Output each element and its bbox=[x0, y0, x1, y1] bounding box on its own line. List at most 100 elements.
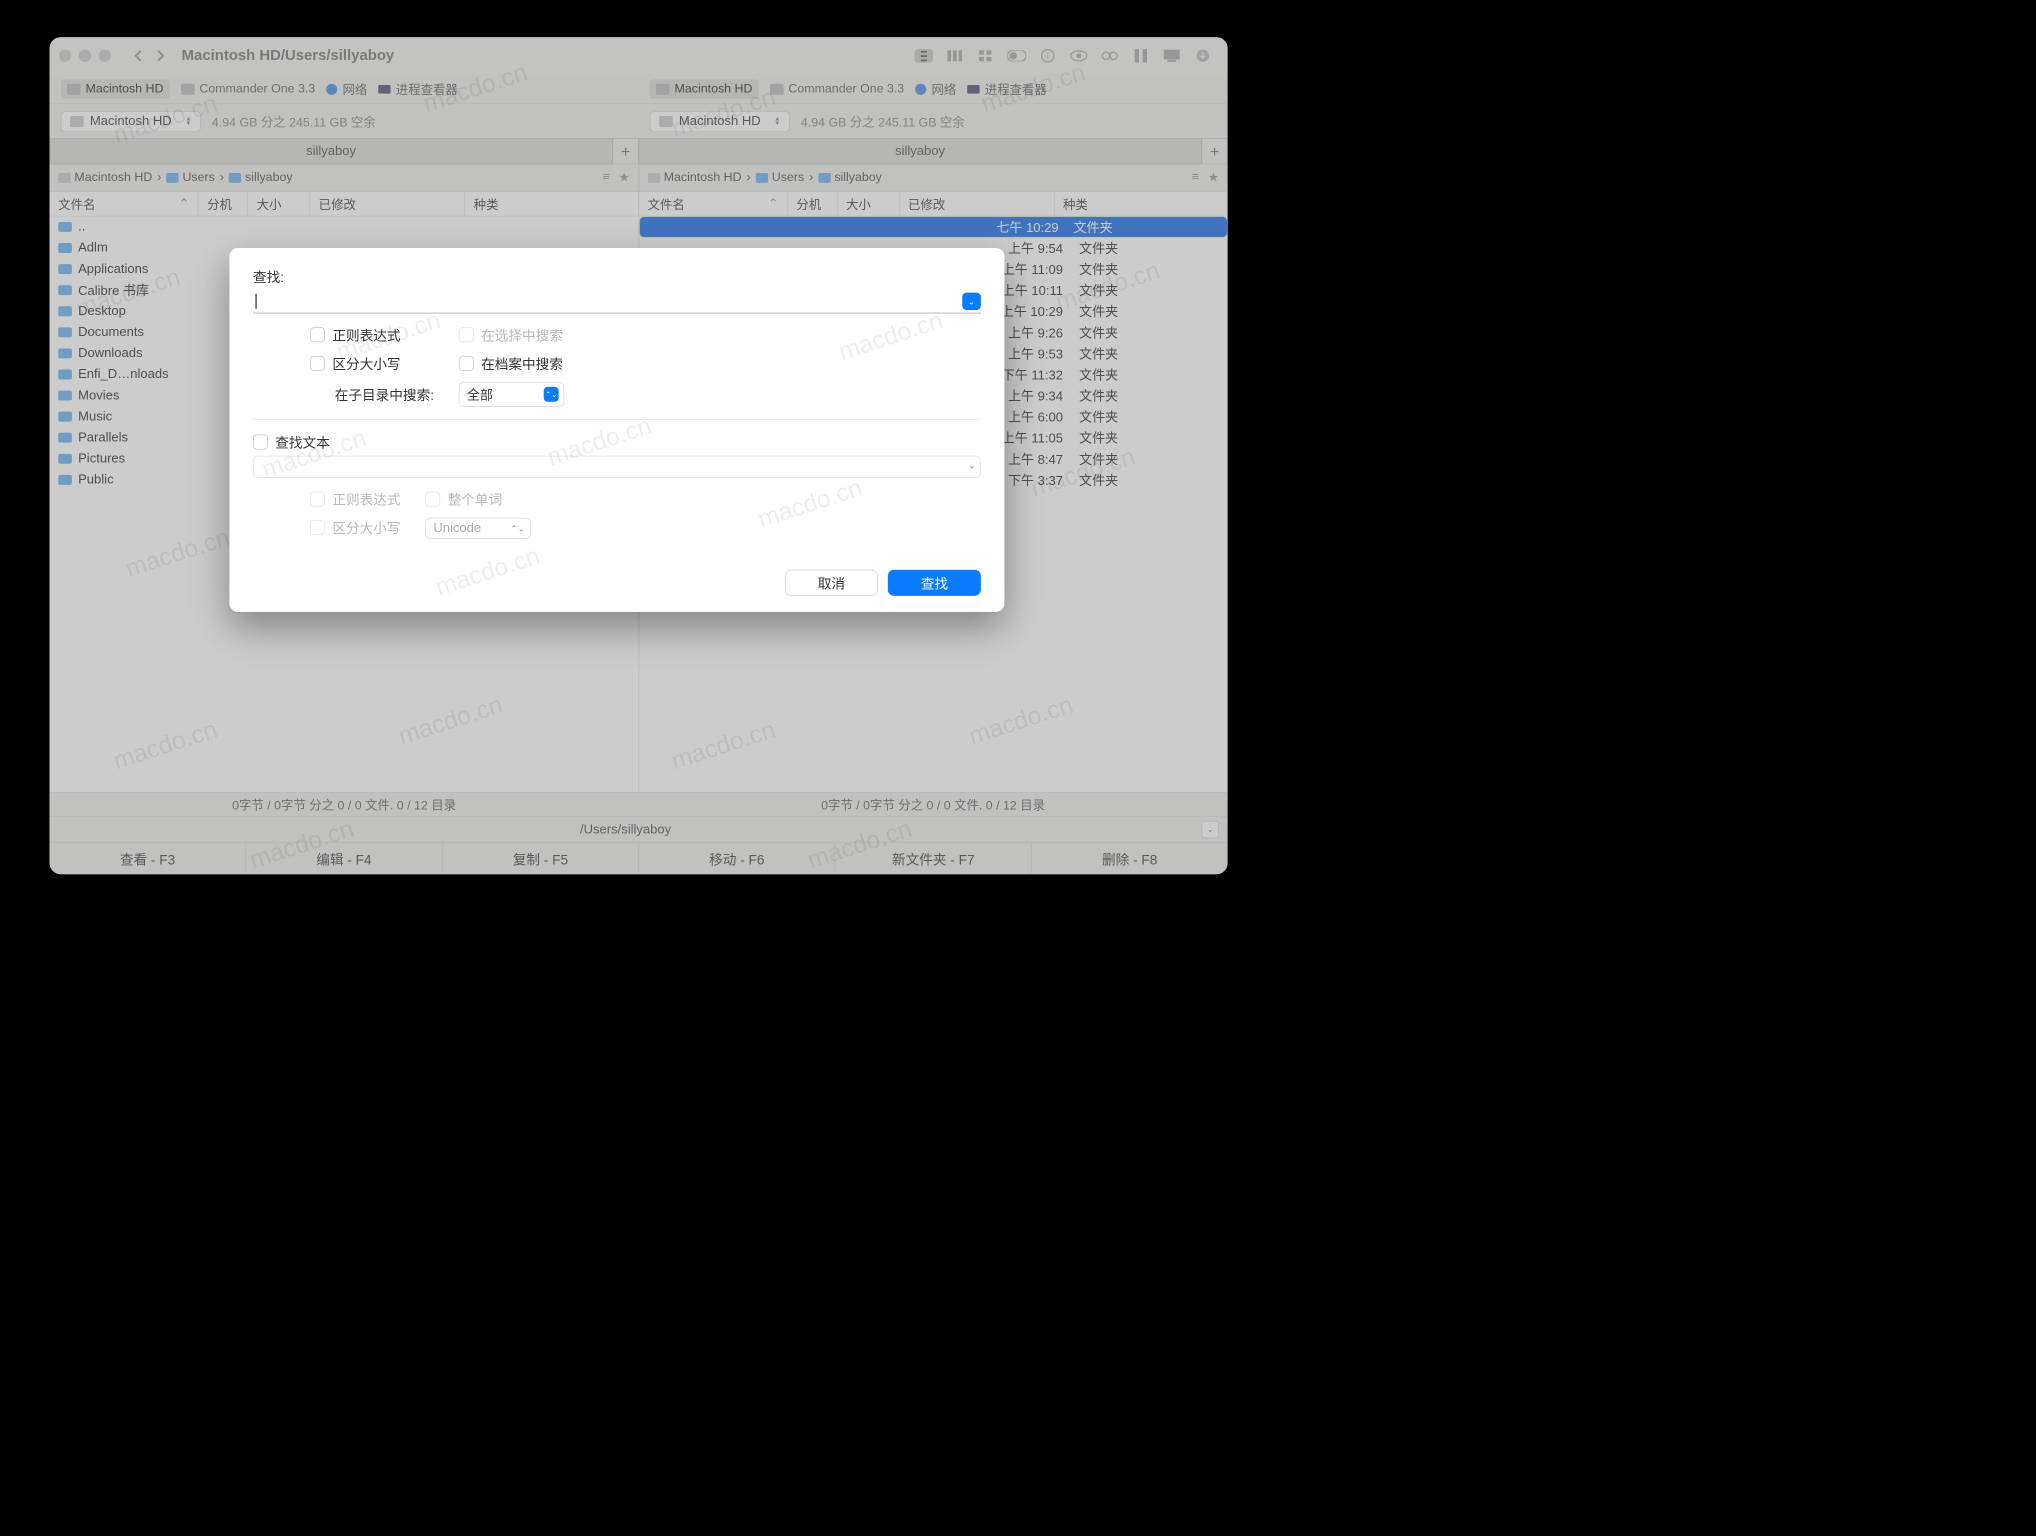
preview-icon[interactable] bbox=[1070, 49, 1089, 63]
in-archive-checkbox[interactable]: 在档案中搜索 bbox=[459, 353, 564, 373]
col-kind[interactable]: 种类 bbox=[465, 192, 638, 216]
path-footer: /Users/sillyaboy ⌄ bbox=[50, 816, 1228, 842]
close-window-button[interactable] bbox=[59, 50, 71, 62]
crumb-root-r[interactable]: Macintosh HD bbox=[648, 171, 742, 185]
folder-icon bbox=[58, 370, 72, 380]
crumb-users[interactable]: Users bbox=[166, 171, 215, 185]
source-process-viewer[interactable]: 进程查看器 bbox=[378, 80, 457, 98]
tab-strip: sillyaboy + sillyaboy + bbox=[50, 138, 1228, 164]
view-grid-icon[interactable] bbox=[977, 49, 996, 63]
source-tabs-left: Macintosh HD Commander One 3.3 网络 进程查看器 bbox=[50, 74, 639, 103]
col-name-r[interactable]: 文件名⌃ bbox=[639, 192, 788, 216]
info-icon[interactable]: i bbox=[1039, 49, 1058, 63]
titlebar: Macintosh HD/Users/sillyaboy i bbox=[50, 37, 1228, 74]
col-size-r[interactable]: 大小 bbox=[837, 192, 899, 216]
tab-left[interactable]: sillyaboy bbox=[50, 138, 613, 164]
folder-icon bbox=[58, 264, 72, 274]
view-columns-icon[interactable] bbox=[946, 49, 965, 63]
file-row[interactable]: 七午 10:29文件夹 bbox=[639, 216, 1228, 237]
drive-selector-right[interactable]: Macintosh HD▲▼ bbox=[650, 111, 790, 132]
list-icon[interactable]: ≡ bbox=[603, 170, 610, 186]
column-headers: 文件名⌃ 分机 大小 已修改 种类 文件名⌃ 分机 大小 已修改 种类 bbox=[50, 192, 1228, 217]
find-text-history-button[interactable]: ⌄ bbox=[968, 459, 976, 471]
col-mod-r[interactable]: 已修改 bbox=[899, 192, 1054, 216]
crumb-current-r[interactable]: sillyaboy bbox=[818, 171, 882, 185]
find-button[interactable]: 查找 bbox=[888, 570, 981, 596]
breadcrumb-tools-left: ≡ ★ bbox=[603, 170, 630, 186]
source-macintosh-hd-r[interactable]: Macintosh HD bbox=[650, 79, 759, 98]
col-name[interactable]: 文件名⌃ bbox=[50, 192, 199, 216]
nav-back-button[interactable] bbox=[131, 48, 146, 63]
list-icon-r[interactable]: ≡ bbox=[1192, 170, 1199, 186]
subdir-label: 在子目录中搜索: bbox=[310, 384, 434, 404]
col-kind-r[interactable]: 种类 bbox=[1054, 192, 1227, 216]
source-macintosh-hd[interactable]: Macintosh HD bbox=[61, 79, 170, 98]
terminal-icon[interactable] bbox=[1163, 49, 1182, 63]
drive-selector-left[interactable]: Macintosh HD▲▼ bbox=[61, 111, 201, 132]
status-right: 0字节 / 0字节 分之 0 / 0 文件. 0 / 12 目录 bbox=[639, 793, 1228, 816]
find-input[interactable] bbox=[253, 291, 981, 313]
fkey-view[interactable]: 查看 - F3 bbox=[50, 843, 246, 875]
find-history-button[interactable]: ⌄ bbox=[962, 293, 981, 310]
star-icon-r[interactable]: ★ bbox=[1208, 170, 1219, 186]
source-commander-one[interactable]: Commander One 3.3 bbox=[181, 82, 315, 96]
folder-icon bbox=[58, 433, 72, 443]
col-ext[interactable]: 分机 bbox=[198, 192, 248, 216]
encoding-select[interactable]: Unicode⌃⌄ bbox=[425, 518, 530, 539]
minimize-window-button[interactable] bbox=[79, 50, 91, 62]
crumb-users-r[interactable]: Users bbox=[756, 171, 805, 185]
find-dialog: 查找: ⌄ 正则表达式 区分大小写 在子目录中搜索: 在选择中搜索 在档案中搜索… bbox=[229, 248, 1004, 612]
queue-icon[interactable] bbox=[1132, 49, 1151, 63]
source-commander-one-r[interactable]: Commander One 3.3 bbox=[770, 82, 904, 96]
folder-icon bbox=[58, 475, 72, 485]
find-text-input-wrap: ⌄ bbox=[253, 456, 981, 478]
file-row[interactable]: .. bbox=[50, 216, 639, 237]
source-process-viewer-r[interactable]: 进程查看器 bbox=[967, 80, 1046, 98]
col-mod[interactable]: 已修改 bbox=[310, 192, 465, 216]
nav-forward-button[interactable] bbox=[153, 48, 168, 63]
folder-icon bbox=[58, 285, 72, 295]
status-row: 0字节 / 0字节 分之 0 / 0 文件. 0 / 12 目录 0字节 / 0… bbox=[50, 792, 1228, 816]
fkey-move[interactable]: 移动 - F6 bbox=[639, 843, 835, 875]
folder-icon bbox=[58, 243, 72, 253]
svg-text:i: i bbox=[1047, 51, 1049, 61]
path-dropdown-button[interactable]: ⌄ bbox=[1202, 821, 1219, 838]
space-label-left: 4.94 GB 分之 245.11 GB 空余 bbox=[212, 112, 376, 130]
folder-icon bbox=[58, 327, 72, 337]
fkey-edit[interactable]: 编辑 - F4 bbox=[246, 843, 442, 875]
tab-right[interactable]: sillyaboy bbox=[639, 138, 1202, 164]
col-size[interactable]: 大小 bbox=[248, 192, 310, 216]
fkey-copy[interactable]: 复制 - F5 bbox=[442, 843, 638, 875]
dialog-buttons: 取消 查找 bbox=[253, 570, 981, 596]
fkey-newfolder[interactable]: 新文件夹 - F7 bbox=[835, 843, 1031, 875]
source-tabs-row: Macintosh HD Commander One 3.3 网络 进程查看器 … bbox=[50, 74, 1228, 104]
source-network[interactable]: 网络 bbox=[326, 80, 367, 98]
status-left: 0字节 / 0字节 分之 0 / 0 文件. 0 / 12 目录 bbox=[50, 793, 639, 816]
case-checkbox[interactable]: 区分大小写 bbox=[310, 353, 434, 373]
zoom-window-button[interactable] bbox=[99, 50, 111, 62]
download-icon[interactable] bbox=[1194, 49, 1213, 63]
crumb-root[interactable]: Macintosh HD bbox=[58, 171, 152, 185]
case2-checkbox: 区分大小写 bbox=[310, 518, 401, 538]
star-icon[interactable]: ★ bbox=[618, 170, 629, 186]
fkey-delete[interactable]: 删除 - F8 bbox=[1032, 843, 1228, 875]
breadcrumb-right: Macintosh HD› Users› sillyaboy ≡ ★ bbox=[638, 164, 1227, 191]
drive-selector-row: Macintosh HD▲▼ 4.94 GB 分之 245.11 GB 空余 M… bbox=[50, 104, 1228, 138]
toggle-hidden-icon[interactable] bbox=[1008, 49, 1027, 63]
whole-word-checkbox: 整个单词 bbox=[425, 489, 530, 509]
link-icon[interactable] bbox=[1101, 49, 1120, 63]
subdir-select[interactable]: 全部⌃⌄ bbox=[459, 382, 564, 407]
folder-icon bbox=[58, 222, 72, 232]
find-text-checkbox[interactable]: 查找文本 bbox=[253, 432, 981, 452]
crumb-current[interactable]: sillyaboy bbox=[229, 171, 293, 185]
col-ext-r[interactable]: 分机 bbox=[788, 192, 838, 216]
new-tab-left[interactable]: + bbox=[613, 138, 639, 164]
find-text-input[interactable] bbox=[253, 456, 981, 478]
cancel-button[interactable]: 取消 bbox=[785, 570, 878, 596]
window-controls bbox=[59, 50, 111, 62]
source-network-r[interactable]: 网络 bbox=[915, 80, 956, 98]
regex-checkbox[interactable]: 正则表达式 bbox=[310, 325, 434, 345]
regex2-checkbox: 正则表达式 bbox=[310, 489, 401, 509]
view-list-icon[interactable] bbox=[915, 49, 934, 63]
new-tab-right[interactable]: + bbox=[1202, 138, 1228, 164]
